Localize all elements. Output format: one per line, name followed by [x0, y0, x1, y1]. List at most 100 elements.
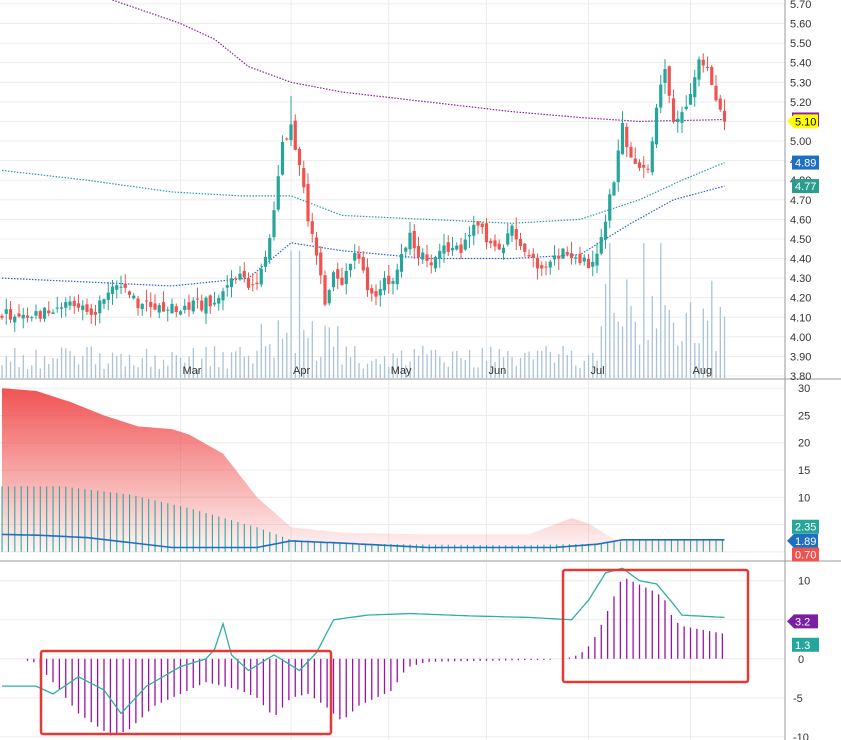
dmi-bar [670, 539, 672, 552]
volume-bar [604, 283, 607, 378]
dmi-bar [7, 486, 9, 552]
candle-down [85, 304, 89, 312]
volume-bar [77, 364, 80, 378]
dmi-bar [568, 544, 570, 552]
dmi-bar [333, 543, 335, 552]
volume-bar [464, 359, 466, 378]
volume-bar [82, 355, 84, 378]
candle-down [251, 284, 255, 286]
dmi-bar [46, 486, 48, 552]
candle-down [412, 231, 416, 249]
candle-down [246, 278, 251, 288]
dmi-bar [505, 545, 507, 552]
dmi-bar [58, 486, 60, 552]
dmi-bar [78, 488, 80, 552]
candle-up [463, 239, 467, 250]
price-tick-label: 4.70 [790, 195, 811, 207]
volume-bar [103, 368, 105, 378]
value-badge: 1.89 [787, 533, 818, 548]
dmi-bar [626, 540, 628, 552]
dmi-bar [269, 531, 271, 552]
long-moving-average [112, 0, 725, 123]
dmi-bar [148, 498, 150, 552]
candle-down [255, 282, 259, 285]
dmi-bar [97, 490, 99, 552]
value-badge: 0.70 [792, 547, 819, 562]
candle-up [132, 295, 136, 299]
candle-down [387, 275, 391, 285]
volume-bar [311, 321, 313, 378]
volume-bar [154, 355, 156, 378]
badge-label: 1.89 [795, 536, 816, 548]
candle-up [64, 302, 68, 308]
volume-bar [426, 354, 428, 378]
candle-up [591, 262, 595, 267]
volume-bar [141, 358, 143, 378]
volume-bar [286, 332, 288, 378]
candle-up [170, 303, 174, 314]
dmi-bar [27, 486, 29, 552]
volume-bar [162, 359, 165, 378]
volume-bar [52, 357, 54, 378]
candle-down [476, 221, 480, 226]
candle-up [391, 281, 395, 284]
price-tick-label: 4.00 [790, 332, 811, 344]
volume-bar [256, 350, 258, 378]
volume-bar [473, 367, 475, 378]
candle-up [442, 245, 446, 254]
candle-down [374, 291, 378, 297]
candle-up [697, 59, 701, 80]
price-tick-label: 4.50 [790, 234, 811, 246]
dmi-bar [702, 539, 704, 552]
dmi-bar [205, 512, 207, 552]
candle-down [569, 253, 574, 259]
candle-down [47, 310, 51, 314]
candle-up [217, 297, 221, 304]
month-label: Jul [591, 365, 605, 377]
candle-up [30, 317, 34, 319]
candle-down [637, 162, 642, 168]
dmi-bar [524, 545, 526, 552]
volume-bar [252, 363, 254, 378]
volume-bar [43, 356, 46, 378]
candle-down [705, 66, 710, 68]
volume-bar [528, 351, 530, 378]
dmi-bar [479, 544, 481, 552]
candle-down [557, 256, 561, 259]
volume-bar [515, 366, 517, 378]
volume-bar [48, 364, 50, 378]
candle-up [650, 141, 654, 173]
volume-bar [519, 357, 522, 378]
volume-bar [366, 363, 369, 378]
candle-up [693, 77, 697, 98]
candle-up [110, 286, 115, 294]
candle-up [574, 257, 578, 259]
candle-down [323, 275, 327, 305]
candle-up [455, 245, 459, 250]
volume-bar [145, 348, 148, 378]
candle-up [654, 107, 659, 145]
volume-bar [362, 368, 364, 378]
candle-up [68, 301, 72, 306]
dmi-bar [262, 529, 264, 552]
volume-bar [647, 339, 649, 378]
badge-label: 4.77 [795, 181, 816, 193]
candle-down [667, 66, 671, 96]
badge-label: 2.35 [795, 522, 816, 534]
candle-up [51, 312, 55, 314]
volume-bar [226, 368, 228, 378]
volume-bar [290, 250, 292, 378]
candle-down [642, 164, 646, 168]
volume-bar [320, 356, 322, 378]
candle-down [293, 120, 297, 150]
dmi-bar [20, 486, 22, 552]
candle-up [212, 302, 217, 305]
volume-bar [668, 309, 670, 378]
candle-down [625, 126, 629, 148]
volume-bar [507, 351, 509, 378]
candle-up [140, 303, 144, 310]
volume-bar [536, 350, 539, 378]
candle-up [659, 84, 663, 108]
volume-bar [65, 348, 67, 378]
candle-up [353, 253, 357, 261]
